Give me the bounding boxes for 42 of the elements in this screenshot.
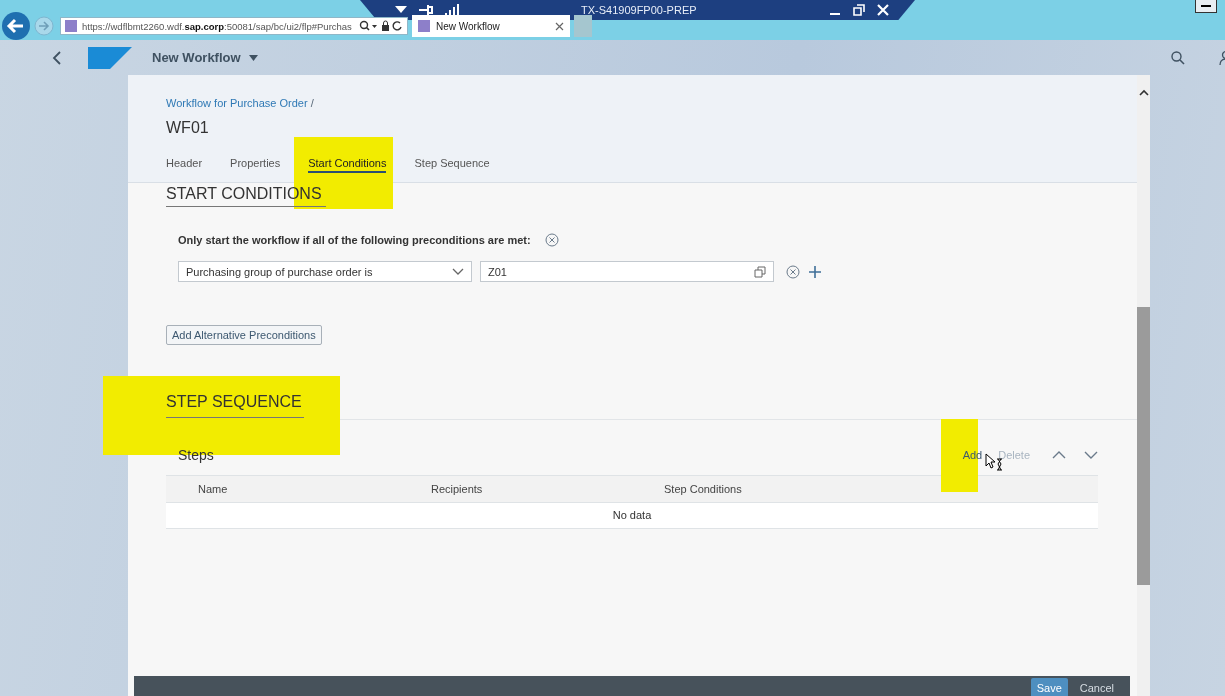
minimize-icon[interactable] <box>1195 0 1217 13</box>
move-down-icon[interactable] <box>1084 450 1098 460</box>
value-field[interactable]: Z01 <box>480 261 774 282</box>
add-alternative-button[interactable]: Add Alternative Preconditions <box>166 325 322 345</box>
section-tab[interactable]: Header <box>166 157 203 173</box>
precondition-intro: Only start the workflow if all of the following preconditions are met: <box>178 234 531 246</box>
breadcrumb-link[interactable]: Workflow for Purchase Order <box>166 97 308 109</box>
address-field[interactable]: https://wdflbmt2260.wdf.sap.corp:50081/sap/bc/ui2/flp#Purchas <box>60 17 408 35</box>
tab-title: New Workflow <box>436 20 501 32</box>
move-up-icon[interactable] <box>1052 450 1066 460</box>
browser-tab[interactable]: New Workflow <box>412 15 570 37</box>
search-icon[interactable] <box>1171 50 1185 65</box>
address-tools-icon[interactable] <box>359 20 403 32</box>
session-title: TX-S41909FP00-PREP <box>581 4 697 16</box>
scroll-up-icon[interactable] <box>1139 89 1149 96</box>
back-icon[interactable] <box>52 50 62 65</box>
chevron-down-icon <box>452 267 464 276</box>
page-icon <box>65 20 77 32</box>
object-title: WF01 <box>166 119 210 137</box>
logo-icon <box>88 46 132 69</box>
close-icon[interactable] <box>555 21 564 31</box>
breadcrumb-separator: / <box>310 97 314 109</box>
back-icon[interactable] <box>2 12 30 40</box>
empty-message: No data <box>166 503 1098 529</box>
column-header: Step Conditions <box>664 483 742 495</box>
pin-icon[interactable] <box>419 4 433 16</box>
attribute-select[interactable]: Purchasing group of purchase order is <box>178 261 472 282</box>
scrollbar-thumb[interactable] <box>1137 307 1150 585</box>
remove-icon[interactable] <box>544 233 559 247</box>
dropdown-icon[interactable] <box>395 6 407 14</box>
app-title[interactable]: New Workflow <box>152 50 241 65</box>
section-tab[interactable]: Step Sequence <box>414 157 490 173</box>
value-help-icon[interactable] <box>754 265 766 278</box>
section-tab[interactable]: Properties <box>230 157 281 173</box>
caret-icon[interactable] <box>248 54 258 61</box>
footer-button[interactable]: Cancel <box>1073 678 1120 696</box>
restore-icon[interactable] <box>852 4 865 16</box>
add-icon[interactable] <box>808 264 822 279</box>
page-icon <box>418 20 430 32</box>
column-header: Recipients <box>431 483 483 495</box>
column-header: Name <box>198 483 228 495</box>
remove-icon[interactable] <box>786 264 800 279</box>
